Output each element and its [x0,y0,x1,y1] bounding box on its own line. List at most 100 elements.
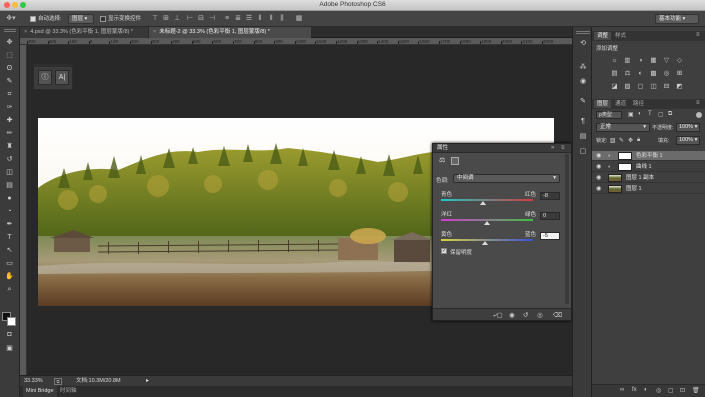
notes-icon[interactable]: ▤ [578,132,588,142]
path-select-tool-icon[interactable]: ↖ [3,245,16,256]
screen-mode-icon[interactable]: ▣ [3,343,16,354]
gradient-tool-icon[interactable]: ▤ [3,180,16,191]
color-balance-icon[interactable]: ▤ [610,69,619,78]
view-previous-icon[interactable]: ◉ [509,311,515,319]
preserve-luminosity-checkbox[interactable]: ✓ [441,248,447,254]
distribute-hcenter-icon[interactable]: ⦀ [266,13,276,25]
align-hcenter-icon[interactable]: ⊟ [196,13,206,25]
layer-row[interactable]: ◉ 图层 1 [592,184,705,194]
gradient-map-icon[interactable]: ▢ [636,82,645,91]
lock-transparency-icon[interactable]: ▧ [610,137,616,144]
auto-align-icon[interactable]: ▦ [294,13,304,25]
layer-mask-icon[interactable] [451,157,459,165]
panel-menu-icon[interactable]: ≡ [696,100,700,106]
solid-color-icon[interactable]: ◩ [675,82,684,91]
clip-to-layer-icon[interactable]: ⤶▢ [493,311,503,320]
tab-4-psd[interactable]: × 4.psd @ 33.3% (色彩平衡 1, 图层蒙版/8) * [20,27,148,38]
filter-pixel-icon[interactable]: ▣ [628,111,634,118]
fill-input[interactable]: 100% ▾ [676,136,700,145]
pen-tool-icon[interactable]: ✒ [3,219,16,230]
properties-scrollbar[interactable] [565,154,569,304]
filter-toggle[interactable] [696,112,702,118]
close-icon[interactable]: × [24,29,27,35]
color-lookup-icon[interactable]: ◎ [662,69,671,78]
brush-tool-icon[interactable]: ✏ [3,128,16,139]
filter-shape-icon[interactable]: ▢ [658,111,664,118]
align-left-icon[interactable]: ⊢ [185,13,195,25]
auto-select-checkbox[interactable] [30,16,36,22]
invert-icon[interactable]: ⊞ [675,69,684,78]
distribute-vcenter-icon[interactable]: ≣ [233,13,243,25]
blend-mode-dropdown[interactable]: 正常 ▾ [596,123,650,132]
panel-grip[interactable] [34,64,72,67]
selective-color-icon[interactable]: ◫ [649,82,658,91]
paragraph-icon[interactable]: ¶ [578,117,588,127]
auto-select-dropdown[interactable]: 图层 ▾ [68,14,94,24]
slider-value-input[interactable]: -5 [540,232,560,240]
character-panel-icon[interactable]: A| [55,70,69,85]
close-icon[interactable]: × [153,29,156,35]
quick-select-tool-icon[interactable]: ✎ [3,76,16,87]
visibility-icon[interactable]: ◎ [537,311,543,319]
filter-smart-icon[interactable]: ⧉ [668,111,672,118]
move-tool-icon[interactable]: ✥▾ [6,13,16,25]
layer-row[interactable]: ◉ ◐ 曲线 1 [592,162,705,172]
new-layer-icon[interactable]: ⊡ [680,387,685,394]
channel-mixer-icon[interactable]: ▩ [649,69,658,78]
distribute-left-icon[interactable]: ⫴ [255,13,265,25]
layer-thumbnail[interactable] [608,185,622,193]
show-transform-checkbox[interactable] [100,16,106,22]
layer-mask-add-icon[interactable]: ◐ [644,387,648,393]
panel-menu-icon[interactable]: ≡ [696,32,700,38]
info-panel-icon[interactable]: ⓘ [38,70,52,85]
panel-menu-icon[interactable]: ≡ [561,144,565,153]
eye-icon[interactable]: ◉ [596,185,604,193]
eye-icon[interactable]: ◉ [596,163,604,171]
eraser-tool-icon[interactable]: ◫ [3,167,16,178]
history-icon[interactable]: ⟲ [578,39,588,49]
workspace-dropdown[interactable]: 基本功能 ▾ [655,14,699,24]
tab-channels[interactable]: 通道 [612,100,629,108]
align-vcenter-icon[interactable]: ⊞ [161,13,171,25]
lasso-tool-icon[interactable]: ʘ [3,63,16,74]
tab-layers[interactable]: 图层 [594,100,612,108]
tab-untitled-2[interactable]: × 未标题-2 @ 33.3% (色彩平衡 1, 图层蒙版/8) * [149,27,311,38]
align-bottom-icon[interactable]: ⊥ [172,13,182,25]
collapse-icon[interactable]: » [551,144,554,153]
exposure-icon[interactable]: ▦ [649,56,658,65]
move-tool-icon[interactable]: ✥ [3,37,16,48]
status-icon[interactable]: ⧉ [54,378,62,385]
threshold-icon[interactable]: ▨ [623,82,632,91]
filter-adjustment-icon[interactable]: ◐ [638,111,642,117]
vibrance-icon[interactable]: ▽ [662,56,671,65]
eye-icon[interactable]: ◉ [596,174,604,182]
distribute-right-icon[interactable]: ⫼ [277,13,287,25]
quick-mask-icon[interactable]: ◘ [3,329,16,340]
tab-adjustments[interactable]: 调整 [594,32,612,40]
layer-mask-thumbnail[interactable] [618,152,632,160]
eye-icon[interactable]: ◉ [596,152,604,160]
slider-thumb[interactable] [481,241,488,245]
brightness-contrast-icon[interactable]: ☼ [610,56,619,65]
layer-mask-thumbnail[interactable] [618,163,632,171]
align-right-icon[interactable]: ⊣ [207,13,217,25]
filter-type-icon[interactable]: T [648,111,652,117]
hand-tool-icon[interactable]: ✋ [3,271,16,282]
history-brush-tool-icon[interactable]: ↺ [3,154,16,165]
layer-row[interactable]: ◉ ◐ 色彩平衡 1 [592,151,705,161]
slider-value-input[interactable]: 0 [540,212,560,220]
blur-tool-icon[interactable]: ● [3,193,16,204]
tool-presets-icon[interactable]: ✎ [578,97,588,107]
new-group-icon[interactable]: ▢ [668,387,674,394]
opacity-input[interactable]: 100% ▾ [676,123,700,132]
zoom-tool-icon[interactable]: ⌕ [3,284,16,295]
pattern-icon[interactable]: ⊟ [662,82,671,91]
type-tool-icon[interactable]: T [3,232,16,243]
tab-paths[interactable]: 路径 [630,100,647,108]
slider-track[interactable] [441,199,533,201]
hue-saturation-icon[interactable]: ◇ [675,56,684,65]
marquee-tool-icon[interactable]: ⬚ [3,50,16,61]
tab-styles[interactable]: 样式 [612,32,629,40]
levels-icon[interactable]: ▥ [623,56,632,65]
tools-grip[interactable] [4,29,16,32]
